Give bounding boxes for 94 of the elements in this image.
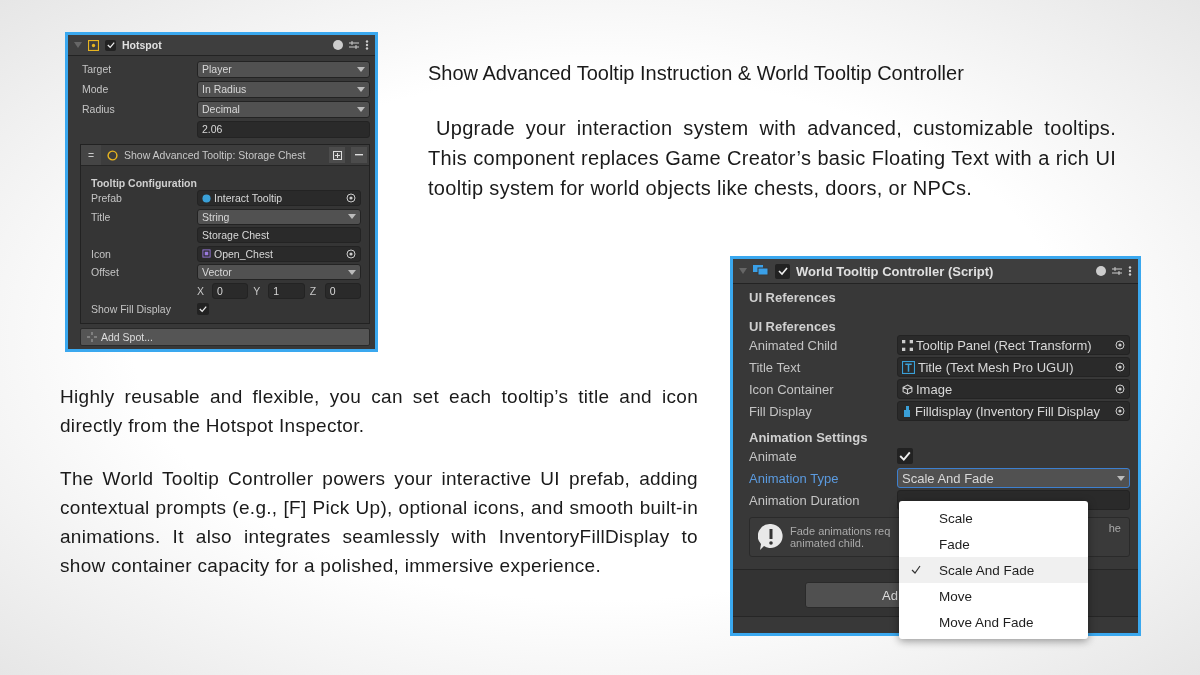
remove-button[interactable] bbox=[351, 147, 367, 163]
input-field[interactable]: Storage Chest bbox=[197, 227, 361, 244]
checkmark-icon bbox=[106, 41, 115, 49]
object-picker-icon[interactable] bbox=[1115, 340, 1125, 350]
heading: Show Advanced Tooltip Instruction & World Tooltip Controller bbox=[428, 62, 965, 85]
field-label: Animation Type bbox=[749, 470, 840, 486]
object-field[interactable]: Interact Tooltip bbox=[197, 190, 361, 207]
drag-handle[interactable]: = bbox=[81, 145, 101, 165]
checkbox[interactable] bbox=[897, 448, 913, 464]
field-label: Icon bbox=[91, 247, 112, 260]
menu-item[interactable]: Scale bbox=[899, 505, 1088, 531]
help-text: Fade animations req bbox=[790, 525, 891, 537]
presets-icon[interactable] bbox=[1112, 266, 1122, 276]
help-text: he bbox=[1108, 522, 1121, 534]
input-field[interactable]: 1 bbox=[268, 282, 305, 299]
field-label: Title bbox=[91, 210, 112, 223]
caret-icon bbox=[1117, 475, 1125, 481]
more-icon[interactable] bbox=[1128, 266, 1132, 276]
field-label: Title Text bbox=[749, 359, 802, 375]
section-heading: UI References bbox=[749, 290, 837, 305]
field-label: Prefab bbox=[91, 192, 123, 205]
more-icon[interactable] bbox=[365, 40, 369, 50]
menu-item[interactable]: Move bbox=[899, 583, 1088, 609]
minus-icon bbox=[355, 154, 363, 156]
input-field[interactable]: 0 bbox=[324, 282, 361, 299]
object-field[interactable]: Image bbox=[897, 379, 1130, 399]
field-label: Show Fill Display bbox=[91, 303, 172, 316]
field-label: Animation Duration bbox=[749, 492, 861, 508]
chat-bubbles-icon bbox=[753, 265, 769, 277]
object-picker-icon[interactable] bbox=[346, 248, 356, 259]
menu-item[interactable]: Fade bbox=[899, 531, 1088, 557]
dropdown-field[interactable]: Vector bbox=[197, 264, 361, 281]
caret-icon bbox=[348, 269, 356, 275]
paragraph: Highly reusable and flexible, you can set each tooltip’s title and icon directly from the Hotspot Inspector. bbox=[60, 385, 698, 438]
section-heading: Tooltip Configuration bbox=[91, 177, 198, 189]
dropdown-field[interactable]: Decimal bbox=[197, 100, 370, 118]
object-field[interactable]: Tooltip Panel (Rect Transform) bbox=[897, 335, 1130, 355]
caret-icon bbox=[357, 106, 365, 112]
axis-label: X bbox=[197, 284, 205, 297]
component-title: World Tooltip Controller (Script) bbox=[796, 263, 995, 279]
object-field[interactable]: Open_Chest bbox=[197, 245, 361, 262]
warning-icon bbox=[758, 523, 784, 551]
add-button[interactable] bbox=[329, 147, 345, 163]
presets-icon[interactable] bbox=[349, 40, 359, 50]
caret-icon bbox=[357, 86, 365, 92]
axis-label: Z bbox=[309, 284, 318, 297]
dropdown-field[interactable]: Player bbox=[197, 60, 370, 78]
image-icon bbox=[202, 249, 211, 259]
help-text: animated child. bbox=[790, 537, 864, 549]
caret-icon bbox=[348, 214, 356, 220]
paragraph: Upgrade your interaction system with advanced, customizable tooltips. This component replaces Game Creator’s basic Floating Text with a rich UI tooltip system for world objects like chests, doors, or NPCs. bbox=[428, 116, 1116, 201]
field-label: Animate bbox=[749, 448, 798, 464]
menu-item[interactable]: Move And Fade bbox=[899, 609, 1088, 635]
object-picker-icon[interactable] bbox=[1115, 384, 1125, 394]
caret-icon bbox=[357, 66, 365, 72]
text-icon bbox=[902, 360, 915, 374]
paragraph: The World Tooltip Controller powers your interactive UI prefab, adding contextual prompts (e.g., [F] Pick Up), optional icons, and smooth built-in animations. It also integrates seamlessly with InventoryFillDisplay to show container capacity for a polished, immersive experience. bbox=[60, 467, 698, 578]
circle-icon bbox=[107, 149, 118, 161]
rect-transform-icon bbox=[902, 339, 913, 351]
section-heading: Animation Settings bbox=[749, 430, 869, 445]
checkmark-icon bbox=[899, 450, 911, 462]
field-label: Mode bbox=[82, 83, 110, 95]
plus-icon bbox=[332, 150, 342, 160]
add-spot-button[interactable]: Add Spot... bbox=[80, 327, 370, 346]
checkbox[interactable] bbox=[105, 39, 116, 51]
object-field[interactable]: Filldisplay (Inventory Fill Display bbox=[897, 401, 1130, 421]
checkbox[interactable] bbox=[775, 263, 790, 279]
input-field[interactable]: 0 bbox=[212, 282, 249, 299]
field-label: Icon Container bbox=[749, 381, 835, 397]
component-title: Hotspot bbox=[122, 39, 163, 51]
hotspot-icon bbox=[88, 39, 99, 51]
checkmark-icon bbox=[777, 266, 788, 276]
dropdown-field[interactable]: In Radius bbox=[197, 80, 370, 98]
axis-label: Y bbox=[253, 284, 262, 297]
checkbox[interactable] bbox=[197, 303, 209, 316]
sparkle-icon bbox=[87, 331, 97, 342]
menu-item[interactable]: Scale And Fade bbox=[899, 557, 1088, 583]
field-label: Fill Display bbox=[749, 403, 813, 419]
field-label: Radius bbox=[82, 103, 116, 115]
field-label: Offset bbox=[91, 266, 120, 279]
checkmark-icon bbox=[911, 565, 921, 574]
object-picker-icon[interactable] bbox=[1115, 406, 1125, 416]
instruction-title: Show Advanced Tooltip: Storage Chest bbox=[124, 149, 307, 161]
paint-bottle-icon bbox=[902, 405, 912, 417]
checkmark-icon bbox=[199, 305, 207, 314]
input-field[interactable]: 2.06 bbox=[197, 120, 370, 138]
dropdown-field[interactable]: Scale And Fade bbox=[897, 468, 1130, 488]
object-picker-icon[interactable] bbox=[1115, 362, 1125, 372]
dropdown-field[interactable]: String bbox=[197, 208, 361, 225]
field-label: Target bbox=[82, 63, 113, 75]
section-heading: UI References bbox=[749, 319, 837, 334]
field-label: Animated Child bbox=[749, 337, 839, 353]
object-field[interactable]: Title (Text Mesh Pro UGUI) bbox=[897, 357, 1130, 377]
object-picker-icon[interactable] bbox=[346, 193, 356, 204]
